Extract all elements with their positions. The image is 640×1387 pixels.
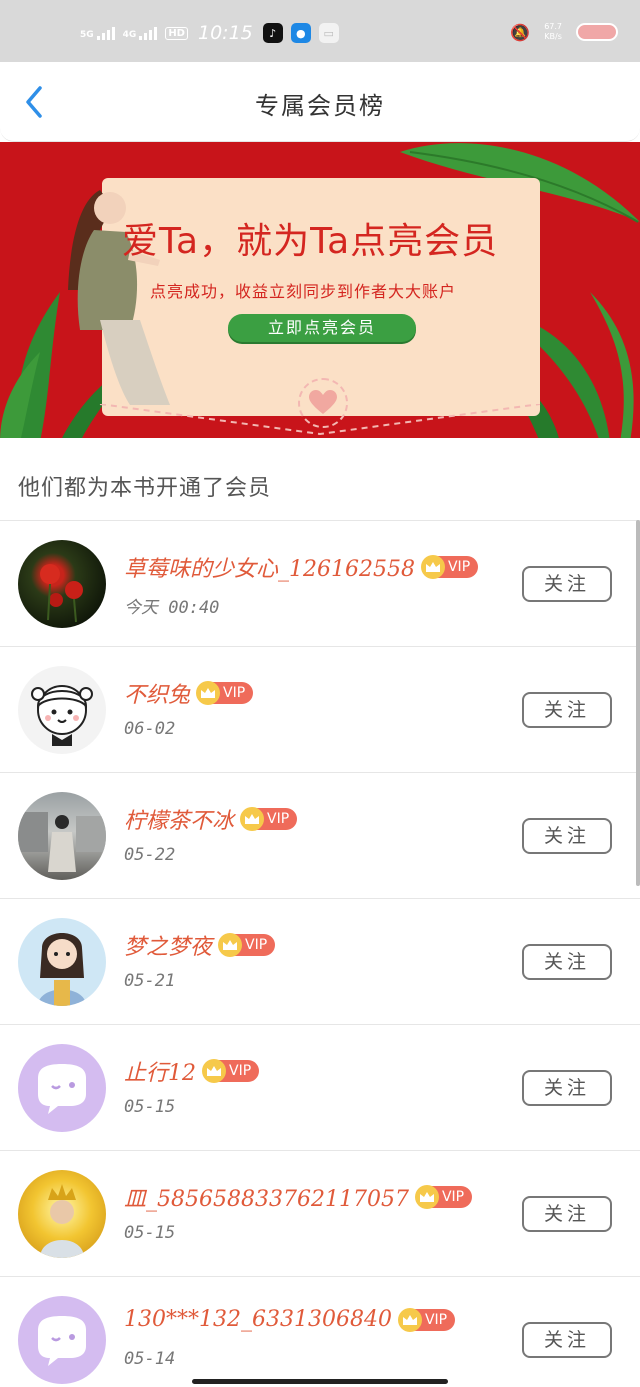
status-right: 🔕 67.7 KB/s — [510, 22, 618, 42]
crown-icon — [202, 1059, 226, 1083]
promo-banner[interactable]: 爱Ta，就为Ta点亮会员 点亮成功，收益立刻同步到作者大大账户 立即点亮会员 — [0, 142, 640, 438]
heart-icon — [309, 390, 337, 414]
signal-icon — [139, 26, 158, 40]
member-date: 05-21 — [124, 971, 176, 991]
member-name-row: 130***132_6331306840 VIP — [124, 1307, 456, 1332]
vip-badge: VIP — [240, 807, 298, 831]
app-icon: ● — [290, 23, 311, 43]
vip-badge: VIP — [414, 1185, 473, 1209]
member-name-row: 不织兔 VIP — [124, 677, 254, 709]
avatar[interactable] — [18, 1296, 106, 1384]
member-date: 05-14 — [124, 1349, 176, 1369]
member-name[interactable]: 止行12 — [124, 1055, 196, 1087]
cartoon-girl-icon — [31, 685, 93, 746]
member-name-row: 梦之梦夜 VIP — [124, 929, 276, 961]
default-avatar-chat-icon — [38, 1316, 86, 1366]
member-name[interactable]: 皿_585658833762117057 — [124, 1181, 409, 1213]
home-indicator[interactable] — [192, 1379, 448, 1384]
follow-button[interactable]: 关注 — [522, 818, 612, 854]
crown-icon — [218, 933, 243, 957]
member-name[interactable]: 梦之梦夜 — [124, 929, 212, 961]
clock: 10:15 — [197, 22, 253, 44]
list-item[interactable]: 草莓味的少女心_126162558 VIP 今天 00:40 关注 — [0, 521, 640, 647]
follow-button[interactable]: 关注 — [522, 566, 612, 602]
page-title: 专属会员榜 — [255, 92, 385, 120]
avatar[interactable] — [18, 792, 106, 880]
crown-icon — [414, 1185, 439, 1209]
list-item[interactable]: 止行12 VIP 05-15 关注 — [0, 1025, 640, 1151]
banner-headline: 爱Ta，就为Ta点亮会员 — [122, 221, 499, 262]
network-4g: 4G — [123, 26, 158, 40]
avatar[interactable] — [18, 918, 106, 1006]
list-item[interactable]: 梦之梦夜 VIP 05-21 关注 — [0, 899, 640, 1025]
follow-button[interactable]: 关注 — [522, 1070, 612, 1106]
battery-icon — [576, 23, 618, 41]
signal-icon — [96, 26, 115, 40]
default-avatar-chat-icon — [38, 1064, 86, 1114]
list-item[interactable]: 皿_585658833762117057 VIP 05-15 关注 — [0, 1151, 640, 1277]
light-up-vip-button[interactable]: 立即点亮会员 — [228, 314, 416, 342]
member-date: 05-22 — [124, 845, 176, 865]
member-name-row: 柠檬茶不冰 VIP — [124, 803, 298, 835]
member-date: 05-15 — [124, 1223, 176, 1243]
title-bar: 专属会员榜 — [0, 62, 640, 142]
mute-icon: 🔕 — [510, 22, 531, 42]
avatar[interactable] — [18, 666, 106, 754]
list-item[interactable]: 130***132_6331306840 VIP 05-14 关注 — [0, 1277, 640, 1387]
vip-badge: VIP — [420, 555, 479, 579]
member-name-row: 草莓味的少女心_126162558 VIP — [124, 551, 479, 583]
member-name[interactable]: 草莓味的少女心_126162558 — [124, 551, 415, 583]
crown-icon — [240, 807, 265, 831]
status-left: 5G 4G HD 10:15 ♪ ● ▭ — [80, 22, 339, 44]
member-date: 05-15 — [124, 1097, 176, 1117]
member-date: 今天 00:40 — [124, 598, 220, 618]
anime-girl-icon — [38, 933, 86, 1006]
member-date: 06-02 — [124, 719, 176, 739]
avatar[interactable] — [18, 1170, 106, 1258]
member-name-row: 止行12 VIP — [124, 1055, 260, 1087]
avatar[interactable] — [18, 540, 106, 628]
crown-icon — [397, 1307, 422, 1332]
follow-button[interactable]: 关注 — [522, 944, 612, 980]
network-5g: 5G — [80, 26, 115, 40]
tiktok-icon: ♪ — [262, 23, 283, 43]
net-speed: 67.7 KB/s — [544, 22, 562, 41]
vip-badge: VIP — [397, 1307, 456, 1332]
follow-button[interactable]: 关注 — [522, 692, 612, 728]
heart-seal-icon — [298, 378, 348, 428]
member-name[interactable]: 柠檬茶不冰 — [124, 803, 234, 835]
member-name[interactable]: 130***132_6331306840 — [124, 1307, 392, 1332]
avatar[interactable] — [18, 1044, 106, 1132]
hd-badge: HD — [165, 26, 188, 40]
vip-badge: VIP — [218, 933, 276, 957]
follow-button[interactable]: 关注 — [522, 1196, 612, 1232]
member-name[interactable]: 不织兔 — [124, 677, 190, 709]
banner-subtitle: 点亮成功，收益立刻同步到作者大大账户 — [150, 282, 457, 301]
list-item[interactable]: 柠檬茶不冰 VIP 05-22 关注 — [0, 773, 640, 899]
flower-icon — [40, 564, 83, 623]
vip-badge: VIP — [196, 681, 254, 705]
crown-icon — [196, 681, 221, 705]
follow-button[interactable]: 关注 — [522, 1322, 612, 1358]
scrollbar[interactable] — [636, 520, 640, 886]
list-item[interactable]: 不织兔 VIP 06-02 关注 — [0, 647, 640, 773]
member-name-row: 皿_585658833762117057 VIP — [124, 1181, 473, 1213]
photo-person-icon — [18, 812, 106, 872]
crown-icon — [420, 555, 445, 579]
status-bar: 5G 4G HD 10:15 ♪ ● ▭ 🔕 67.7 KB/s — [0, 0, 640, 62]
portrait-icon — [40, 1184, 84, 1258]
app-icon: ▭ — [318, 23, 339, 43]
section-title: 他们都为本书开通了会员 — [18, 476, 272, 501]
member-list: 草莓味的少女心_126162558 VIP 今天 00:40 关注 不织兔 VI… — [0, 521, 640, 1387]
vip-badge: VIP — [202, 1059, 260, 1083]
